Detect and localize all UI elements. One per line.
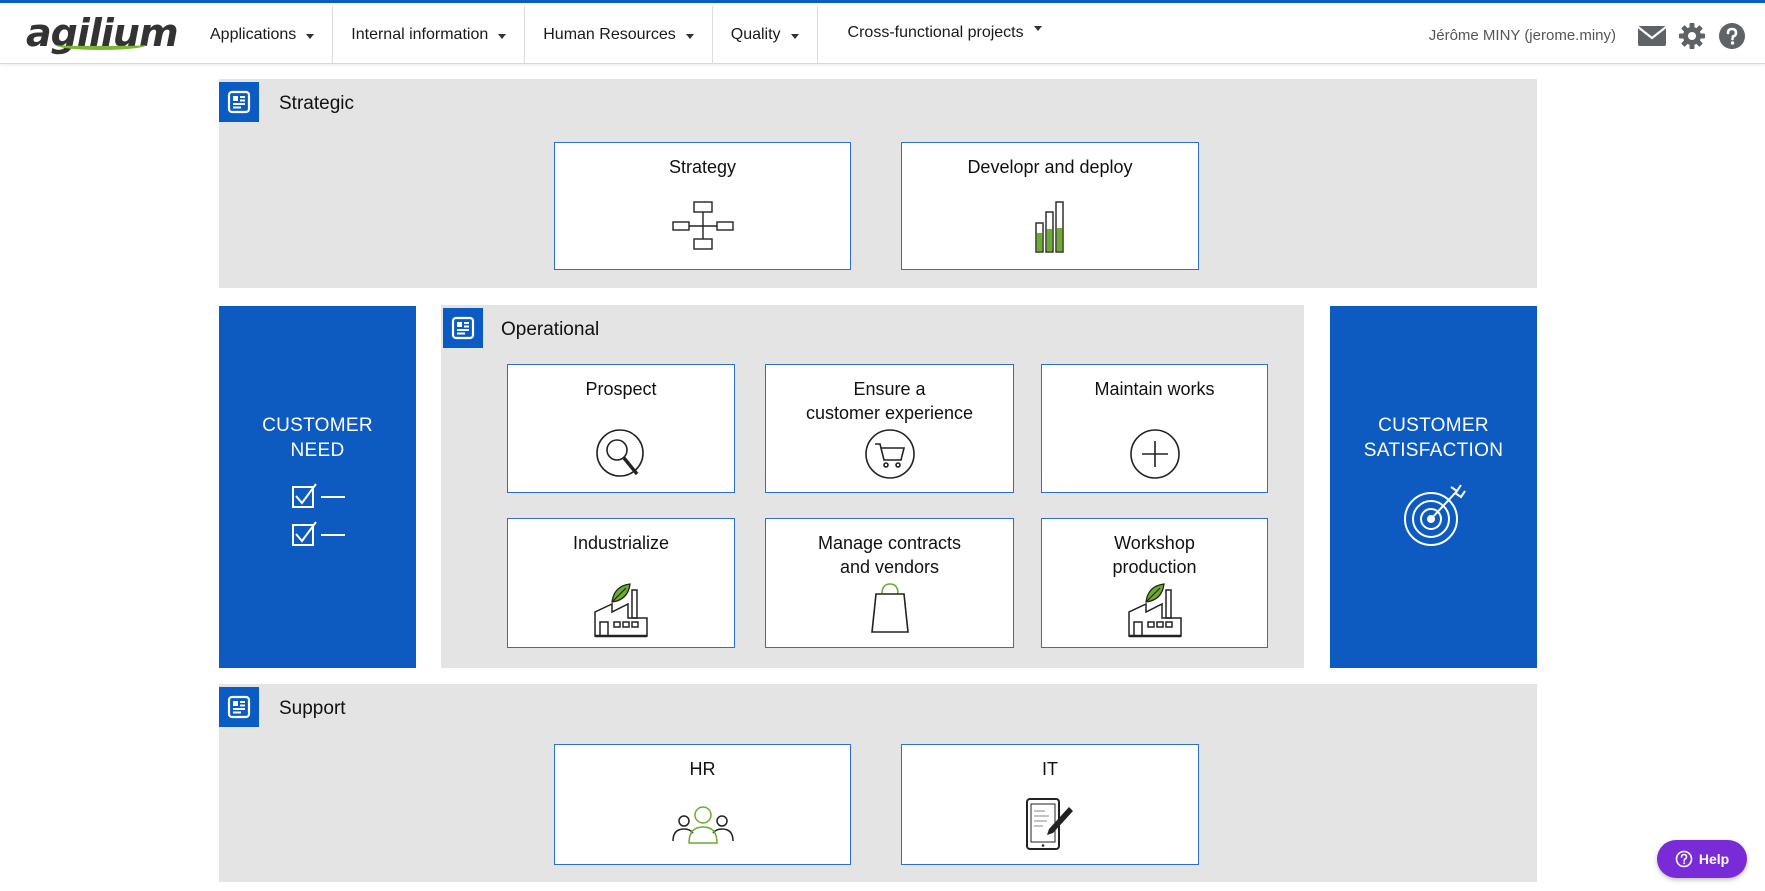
- help-button-label: Help: [1698, 851, 1730, 867]
- nav-applications[interactable]: Applications: [192, 6, 334, 64]
- card-title: Industrialize: [572, 533, 670, 553]
- side-title: CUSTOMER SATISFACTION: [1330, 413, 1537, 463]
- customer-satisfaction-panel[interactable]: CUSTOMER SATISFACTION: [1330, 306, 1537, 668]
- user-name[interactable]: Jérôme MINY (jerome.miny): [1429, 27, 1616, 44]
- side-title-line: CUSTOMER: [262, 415, 373, 436]
- nav-label: Human Resources: [543, 26, 676, 43]
- nav-label: Internal information: [351, 26, 489, 43]
- card-strategy[interactable]: Strategy: [554, 142, 851, 270]
- question-circle-icon[interactable]: [1717, 21, 1747, 51]
- factory-icon: [592, 582, 650, 638]
- card-title: Strategy: [668, 157, 737, 177]
- panel-grid-icon: [219, 82, 259, 122]
- card-title: IT: [1042, 759, 1058, 779]
- card-prospect[interactable]: Prospect: [507, 364, 735, 493]
- panel-grid-icon: [219, 687, 259, 727]
- org-chart-icon: [671, 201, 734, 251]
- chevron-down-icon: [685, 33, 694, 39]
- card-title: Prospect: [585, 379, 657, 399]
- card-title: HR: [689, 759, 716, 779]
- checklist-icon: [291, 481, 347, 556]
- agilium-logo[interactable]: agilium: [26, 13, 179, 53]
- logo-swoosh: [56, 40, 146, 50]
- card-hr[interactable]: HR: [554, 744, 851, 865]
- card-title: Maintain works: [1094, 379, 1215, 399]
- side-title-line: CUSTOMER: [1378, 415, 1489, 436]
- side-title-line: SATISFACTION: [1363, 440, 1504, 461]
- card-title: Ensure a customer experience: [766, 377, 1013, 425]
- nav-quality[interactable]: Quality: [713, 6, 818, 64]
- nav-label: Applications: [210, 26, 297, 43]
- card-title-line: Manage contracts: [817, 533, 962, 553]
- top-bar: agilium Applications Internal informatio…: [0, 0, 1765, 64]
- side-title-line: NEED: [290, 440, 345, 461]
- card-title: Developr and deploy: [967, 157, 1133, 177]
- main-nav: Applications Internal information Human …: [192, 6, 1060, 64]
- plus-circle-icon: [1129, 428, 1181, 480]
- card-it[interactable]: IT: [901, 744, 1199, 865]
- card-maintain-works[interactable]: Maintain works: [1041, 364, 1268, 493]
- question-circle-icon: [1675, 850, 1693, 868]
- magnifier-icon: [595, 428, 647, 480]
- card-industrialize[interactable]: Industrialize: [507, 518, 735, 648]
- nav-human-resources[interactable]: Human Resources: [525, 6, 713, 64]
- operational-panel: Operational Prospect Ensure a customer e…: [441, 305, 1304, 668]
- chevron-down-icon: [306, 33, 315, 39]
- bar-chart-icon: [1034, 201, 1066, 253]
- card-title-line: Ensure a: [853, 379, 926, 399]
- customer-need-panel[interactable]: CUSTOMER NEED: [219, 306, 416, 668]
- card-title-line: production: [1112, 557, 1197, 577]
- nav-internal-information[interactable]: Internal information: [333, 6, 526, 64]
- card-workshop-production[interactable]: Workshop production: [1041, 518, 1268, 648]
- card-title-line: and vendors: [839, 557, 940, 577]
- chevron-down-icon: [1033, 26, 1042, 31]
- card-title-line: Workshop: [1114, 533, 1195, 553]
- nav-cross-functional-projects[interactable]: Cross-functional projects: [818, 6, 1060, 64]
- side-title: CUSTOMER NEED: [219, 413, 416, 463]
- panel-grid-icon: [443, 308, 483, 348]
- help-button[interactable]: Help: [1657, 840, 1747, 878]
- card-title-line: customer experience: [805, 403, 974, 423]
- top-icons: [1637, 21, 1747, 51]
- tablet-pen-icon: [1025, 797, 1075, 853]
- factory-icon: [1126, 582, 1184, 638]
- panel-title: Strategic: [279, 93, 354, 114]
- gear-icon[interactable]: [1677, 21, 1707, 51]
- mail-icon[interactable]: [1637, 21, 1667, 51]
- card-develop-deploy[interactable]: Developr and deploy: [901, 142, 1199, 270]
- panel-title: Support: [279, 698, 346, 719]
- shopping-bag-icon: [870, 582, 910, 634]
- strategic-panel: Strategic Strategy Developr and deploy: [219, 79, 1537, 288]
- panel-title: Operational: [501, 319, 600, 340]
- people-icon: [671, 805, 734, 845]
- cart-icon: [864, 428, 916, 480]
- card-contracts-vendors[interactable]: Manage contracts and vendors: [765, 518, 1014, 648]
- chevron-down-icon: [498, 33, 507, 39]
- target-icon: [1403, 481, 1467, 552]
- card-title: Manage contracts and vendors: [766, 531, 1013, 579]
- chevron-down-icon: [790, 33, 799, 39]
- card-customer-experience[interactable]: Ensure a customer experience: [765, 364, 1014, 493]
- nav-label: Quality: [730, 26, 781, 43]
- card-title: Workshop production: [1042, 531, 1267, 579]
- nav-label: Cross-functional projects: [847, 24, 1024, 41]
- support-panel: Support HR IT: [219, 684, 1537, 882]
